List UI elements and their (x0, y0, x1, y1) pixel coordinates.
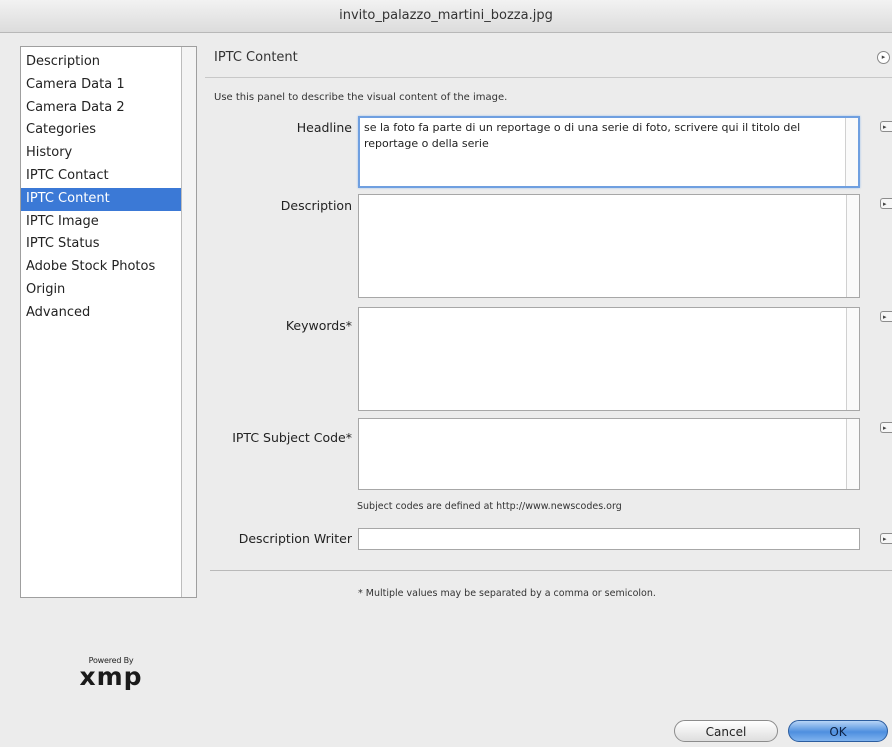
sidebar-item-origin[interactable]: Origin (21, 279, 196, 302)
keywords-field[interactable] (358, 307, 860, 411)
divider (205, 77, 892, 78)
headline-scrollbar[interactable] (845, 118, 858, 186)
sidebar-item-iptc-content[interactable]: IPTC Content (21, 187, 196, 211)
dropdown-arrow-icon[interactable]: ▸ (880, 311, 892, 322)
description-label: Description (280, 198, 352, 213)
footnote: * Multiple values may be separated by a … (358, 588, 656, 599)
window-title: invito_palazzo_martini_bozza.jpg (0, 0, 892, 33)
description-writer-field[interactable] (358, 528, 860, 551)
sidebar-item-camera-data-2[interactable]: Camera Data 2 (21, 97, 196, 120)
sidebar-item-iptc-contact[interactable]: IPTC Contact (21, 165, 196, 188)
sidebar-item-history[interactable]: History (21, 142, 196, 165)
sidebar-item-description[interactable]: Description (21, 51, 196, 74)
description-scrollbar[interactable] (846, 195, 859, 297)
ok-button[interactable]: OK (788, 720, 888, 742)
category-list[interactable]: Description Camera Data 1 Camera Data 2 … (20, 46, 197, 598)
subject-code-scrollbar[interactable] (846, 419, 859, 489)
dropdown-arrow-icon[interactable]: ▸ (880, 533, 892, 544)
description-writer-input[interactable] (359, 530, 859, 551)
sidebar-scrollbar[interactable] (181, 47, 196, 597)
panel-intro: Use this panel to describe the visual co… (214, 92, 508, 103)
sidebar-item-advanced[interactable]: Advanced (21, 302, 196, 325)
sidebar-item-categories[interactable]: Categories (21, 119, 196, 142)
panel-title: IPTC Content (214, 50, 298, 65)
keywords-label: Keywords* (285, 318, 352, 333)
description-field[interactable] (358, 194, 860, 298)
sidebar-item-camera-data-1[interactable]: Camera Data 1 (21, 74, 196, 97)
headline-field[interactable]: se la foto fa parte di un reportage o di… (358, 116, 860, 188)
circle-arrow-icon[interactable]: ▸ (877, 51, 890, 64)
cancel-button[interactable]: Cancel (674, 720, 778, 742)
description-writer-label: Description Writer (238, 531, 352, 546)
headline-label: Headline (296, 120, 352, 135)
subject-code-label: IPTC Subject Code* (232, 430, 352, 445)
description-input[interactable] (359, 195, 859, 297)
sidebar-item-iptc-status[interactable]: IPTC Status (21, 233, 196, 256)
sidebar-item-iptc-image[interactable]: IPTC Image (21, 211, 196, 234)
category-items: Description Camera Data 1 Camera Data 2 … (21, 47, 196, 325)
headline-input[interactable]: se la foto fa parte di un reportage o di… (360, 118, 858, 186)
dropdown-arrow-icon[interactable]: ▸ (880, 198, 892, 209)
subject-code-input[interactable] (359, 419, 859, 489)
dropdown-arrow-icon[interactable]: ▸ (880, 422, 892, 433)
subject-code-hint: Subject codes are defined at http://www.… (357, 501, 622, 512)
dropdown-arrow-icon[interactable]: ▸ (880, 121, 892, 132)
keywords-scrollbar[interactable] (846, 308, 859, 410)
xmp-logo-text: xmp (79, 662, 143, 691)
xmp-logo: Powered By xmp (66, 656, 156, 689)
keywords-input[interactable] (359, 308, 859, 410)
sidebar-item-adobe-stock-photos[interactable]: Adobe Stock Photos (21, 256, 196, 279)
divider (210, 570, 892, 571)
subject-code-field[interactable] (358, 418, 860, 490)
